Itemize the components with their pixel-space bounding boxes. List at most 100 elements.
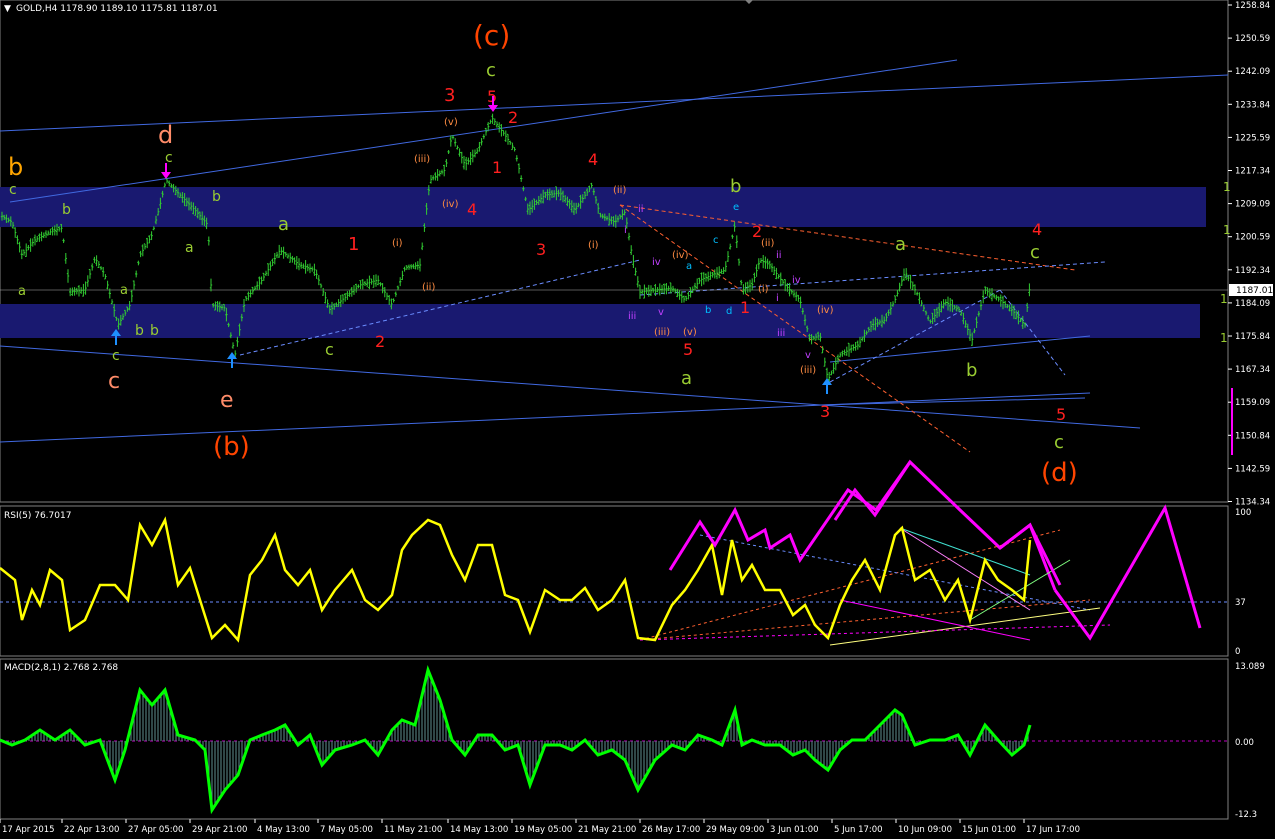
- wave-label: (iii): [414, 154, 430, 165]
- wave-label: (v): [444, 117, 458, 128]
- wave-label: (iii): [654, 327, 670, 338]
- macd-axis: 13.089 0.00 -12.3: [1235, 662, 1265, 820]
- wave-label: 1: [1220, 292, 1228, 306]
- wave-label: 5: [1056, 405, 1066, 424]
- price-tick-label: 1192.34: [1235, 266, 1270, 276]
- price-tick-label: 1225.59: [1235, 133, 1270, 143]
- wave-label: b: [8, 153, 23, 181]
- wave-label: 1: [348, 234, 359, 255]
- wave-label: c: [1054, 432, 1064, 453]
- macd-tick-label: -12.3: [1235, 810, 1257, 820]
- time-tick-label: 17 Apr 2015: [2, 825, 55, 835]
- price-axis[interactable]: 1258.84 1250.59 1242.09 1233.84 1225.59 1217.…: [1228, 1, 1270, 508]
- price-series: [0, 113, 1031, 384]
- wave-label: b: [730, 176, 741, 197]
- time-tick-label: 4 May 13:00: [257, 825, 310, 835]
- wave-label: 4: [467, 200, 477, 219]
- symbol-header: GOLD,H4 1178.90 1189.10 1175.81 1187.01: [16, 4, 218, 14]
- price-tick-label: 1167.34: [1235, 365, 1270, 375]
- price-tick-label: 1184.09: [1235, 299, 1270, 309]
- wave-label: c: [112, 348, 120, 364]
- resistance-zone: [0, 187, 1206, 227]
- time-tick-label: 27 Apr 05:00: [128, 825, 183, 835]
- time-tick-label: 19 May 05:00: [514, 825, 572, 835]
- wave-label: a: [185, 240, 194, 256]
- price-tick-label: 1233.84: [1235, 100, 1270, 110]
- wave-label: c: [713, 235, 719, 246]
- wave-label: (iv): [442, 199, 459, 210]
- wave-label: (i): [758, 284, 769, 295]
- wave-label: a: [18, 284, 26, 299]
- wave-label: (ii): [422, 282, 435, 293]
- time-tick-label: 29 May 09:00: [706, 825, 764, 835]
- chart-window[interactable]: bcabdcbaabccbace(b)12(i)(ii)(iii)(iv)(v)…: [0, 0, 1275, 839]
- macd-tick-label: 13.089: [1235, 662, 1265, 672]
- scroll-handle-icon[interactable]: [745, 0, 753, 4]
- wave-label: c: [9, 182, 17, 198]
- wave-label: c: [325, 340, 334, 359]
- pivot-arrows: [111, 96, 832, 394]
- arrow-up-icon: [822, 378, 832, 394]
- macd-panel-border: [0, 658, 1229, 820]
- rsi-tick-label: 0: [1235, 647, 1240, 657]
- wave-label: a: [681, 368, 692, 389]
- time-tick-label: 21 May 21:00: [578, 825, 636, 835]
- time-tick-label: 26 May 17:00: [642, 825, 700, 835]
- current-price-label: 1187.01: [1236, 286, 1273, 296]
- wave-label: b: [150, 323, 159, 339]
- price-tick-label: 1200.59: [1235, 233, 1270, 243]
- wave-label: d: [726, 306, 732, 317]
- wave-label: a: [278, 214, 289, 235]
- wave-label: 1: [1220, 331, 1228, 345]
- rsi-tick-label: 37: [1235, 598, 1246, 608]
- rsi-axis: 100 37 0: [1235, 508, 1251, 657]
- price-tick-label: 1150.84: [1235, 431, 1270, 441]
- wave-label: 3: [536, 240, 546, 259]
- wave-label: 5: [683, 340, 693, 359]
- wave-label: e: [733, 202, 739, 213]
- time-axis[interactable]: 17 Apr 2015 22 Apr 13:00 27 Apr 05:00 29 Ap…: [0, 819, 1080, 835]
- price-tick-label: 1250.59: [1235, 34, 1270, 44]
- time-tick-label: 3 Jun 01:00: [770, 825, 819, 835]
- wave-label: a: [895, 234, 906, 255]
- macd-title: MACD(2,8,1) 2.768 2.768: [4, 663, 118, 673]
- wave-label: a: [120, 283, 128, 298]
- time-tick-label: 14 May 13:00: [450, 825, 508, 835]
- wave-label: 1: [492, 158, 502, 177]
- wave-label: 2: [375, 332, 385, 351]
- macd-tick-label: 0.00: [1235, 738, 1254, 748]
- wave-label: (iv): [817, 305, 834, 316]
- wave-label: iii: [628, 311, 636, 322]
- wave-label: (ii): [613, 185, 626, 196]
- symbol-menu-icon[interactable]: ▼: [4, 4, 11, 14]
- wave-label: (i): [588, 240, 599, 251]
- time-tick-label: 29 Apr 21:00: [192, 825, 247, 835]
- wave-label: 4: [1032, 220, 1042, 239]
- wave-label: (i): [392, 238, 403, 249]
- time-tick-label: 22 Apr 13:00: [64, 825, 119, 835]
- wave-label: (c): [473, 19, 510, 52]
- wave-label: 3: [444, 85, 455, 106]
- rsi-projection-2: [1053, 504, 1202, 641]
- wave-label: (ii): [761, 238, 774, 249]
- wave-label: (b): [213, 432, 250, 462]
- wave-label: ii: [638, 204, 644, 215]
- wave-label: (d): [1041, 458, 1078, 488]
- rsi-line: [0, 516, 1032, 643]
- price-tick-label: 1142.59: [1235, 464, 1270, 474]
- price-projection: [833, 459, 1057, 591]
- wave-label: ii: [776, 250, 782, 261]
- time-tick-label: 10 Jun 09:00: [898, 825, 952, 835]
- rsi-panel-border: [0, 505, 1229, 657]
- wave-label: a: [686, 261, 692, 272]
- wave-label: b: [135, 323, 144, 339]
- wave-label: 3: [820, 402, 830, 421]
- price-tick-label: 1209.09: [1235, 200, 1270, 210]
- price-tick-label: 1217.34: [1235, 167, 1270, 177]
- wave-label: (iv): [672, 250, 689, 261]
- wave-label: c: [1030, 242, 1040, 263]
- price-tick-label: 1258.84: [1235, 1, 1270, 11]
- wave-label: iii: [777, 328, 785, 339]
- wave-label: b: [62, 202, 71, 218]
- price-tick-label: 1242.09: [1235, 67, 1270, 77]
